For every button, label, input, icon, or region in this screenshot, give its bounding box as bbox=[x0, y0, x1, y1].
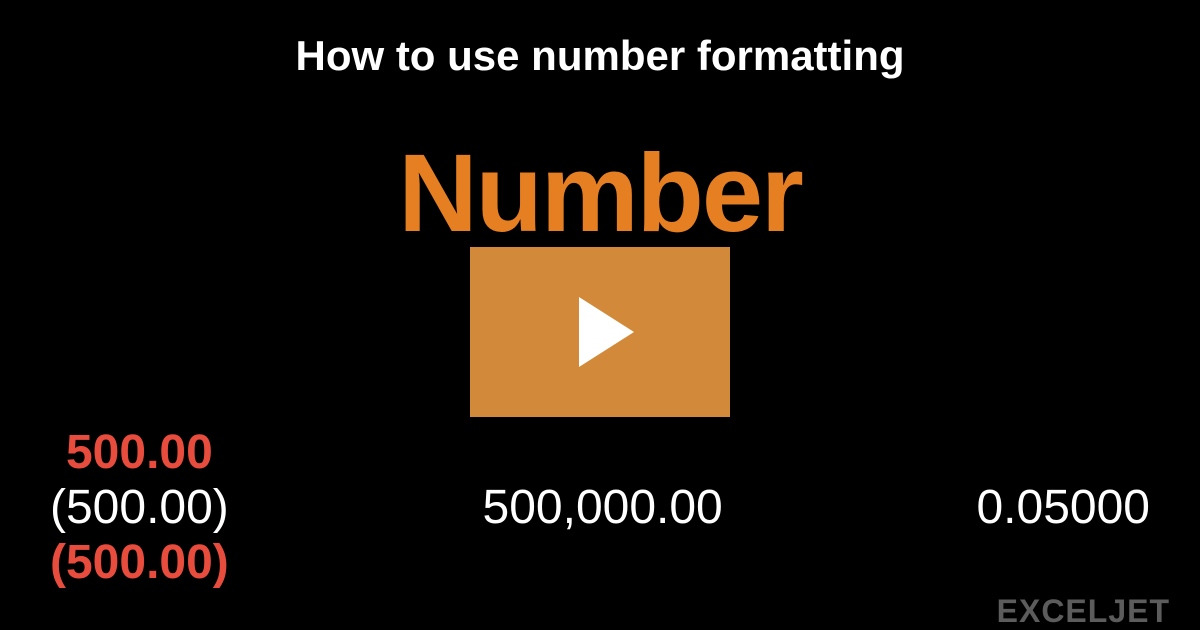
number-example-thousands: 500,000.00 bbox=[483, 480, 723, 535]
number-examples-row: 500.00 (500.00) (500.00) 500,000.00 0.05… bbox=[0, 425, 1200, 590]
number-example-decimal: 0.05000 bbox=[976, 480, 1150, 535]
main-heading: Number bbox=[0, 130, 1200, 257]
play-button[interactable] bbox=[470, 247, 730, 417]
video-title: How to use number formatting bbox=[0, 0, 1200, 80]
number-example-red-paren: (500.00) bbox=[50, 535, 229, 590]
play-icon bbox=[579, 297, 634, 367]
brand-watermark: EXCELJET bbox=[997, 593, 1170, 630]
number-example-white-paren: (500.00) bbox=[50, 480, 229, 535]
number-example-red: 500.00 bbox=[66, 425, 213, 480]
left-number-column: 500.00 (500.00) (500.00) bbox=[50, 425, 229, 590]
